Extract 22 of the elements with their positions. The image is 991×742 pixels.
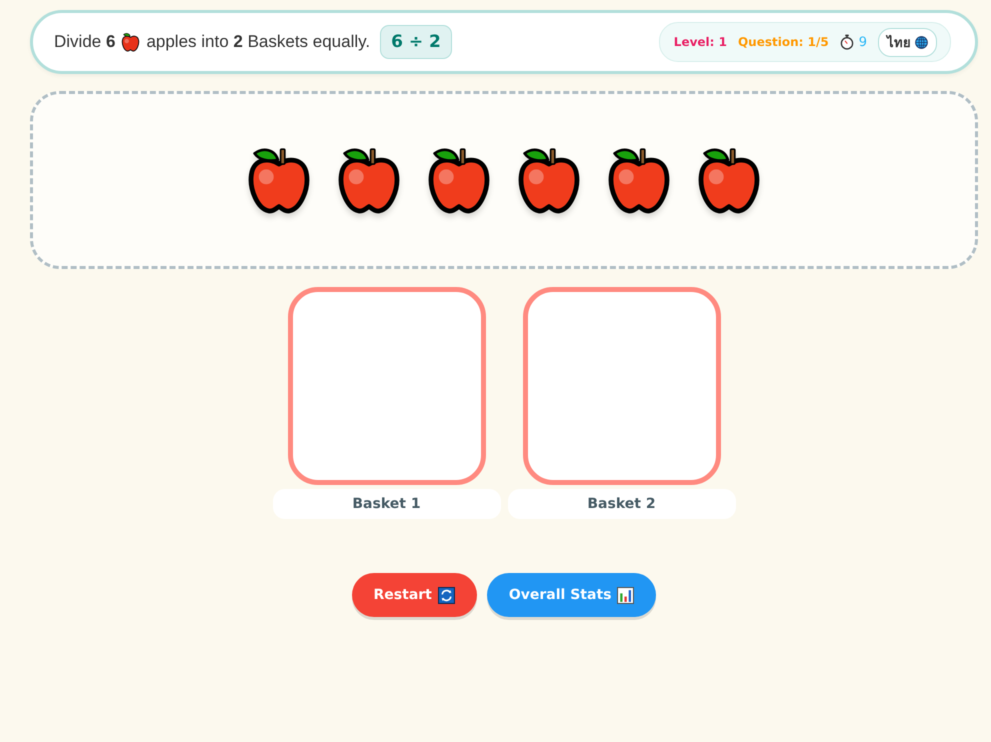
globe-icon [915, 36, 928, 48]
timer-value: 9 [858, 34, 867, 50]
equation-badge: 6 ÷ 2 [380, 25, 452, 59]
bar-chart-icon [617, 586, 634, 604]
apple-icon [121, 32, 140, 52]
instruction-text: apples into 2 Baskets equally. [146, 32, 370, 52]
instruction-text: Divide 6 [54, 32, 116, 52]
stats-button[interactable]: Overall Stats [486, 573, 656, 617]
apple-icon[interactable] [427, 146, 491, 214]
basket-label: Basket 1 [272, 489, 500, 519]
language-button[interactable]: ไทย [878, 28, 937, 56]
restart-button[interactable]: Restart [352, 573, 477, 617]
apple-icon[interactable] [697, 146, 761, 214]
basket-label: Basket 2 [508, 489, 736, 519]
level-label: Level: 1 [674, 35, 727, 49]
apple-icon[interactable] [517, 146, 581, 214]
apple-icon[interactable] [607, 146, 671, 214]
stopwatch-icon [840, 34, 854, 50]
apple-icon[interactable] [247, 146, 311, 214]
refresh-icon [438, 586, 455, 604]
question-counter: Question: 1/5 [738, 35, 829, 49]
apple-icon[interactable] [337, 146, 401, 214]
